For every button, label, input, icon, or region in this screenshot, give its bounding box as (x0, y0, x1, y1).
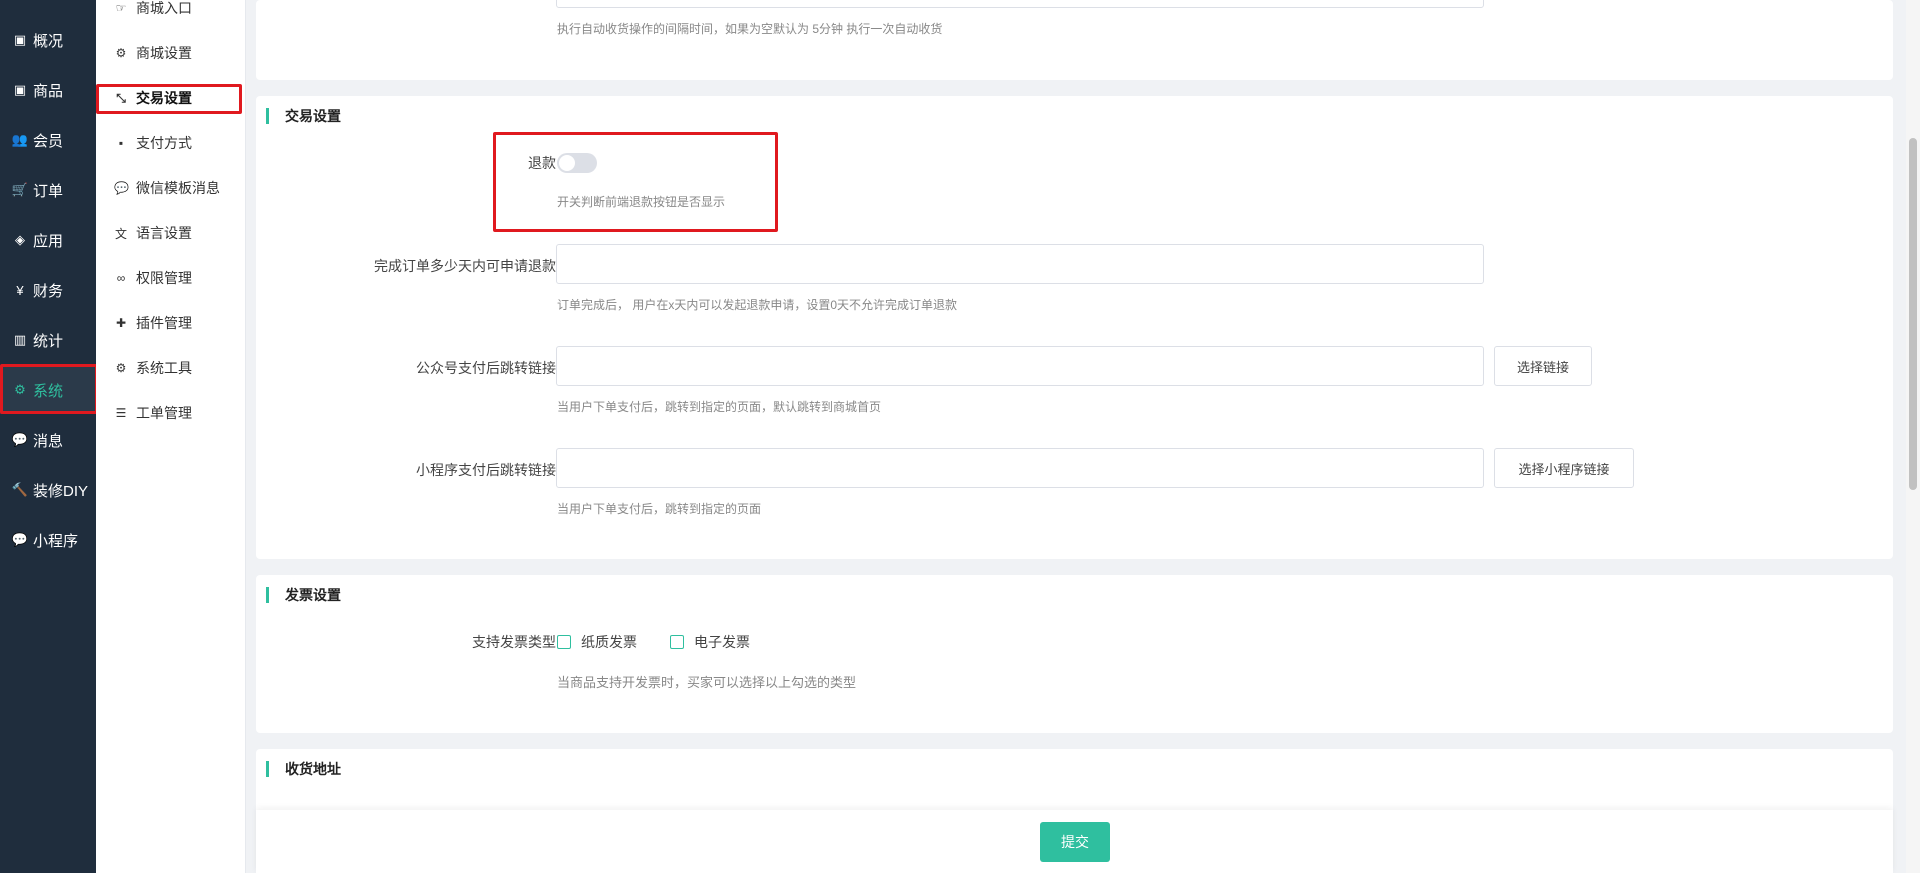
nav-highlight-box (0, 364, 98, 414)
sub-item-label: 系统工具 (136, 360, 192, 376)
sub-item-shop-entry[interactable]: ☞ 商城入口 (96, 0, 246, 25)
sub-item-label: 微信模板消息 (136, 180, 220, 196)
nav-item-finance[interactable]: ¥ 财务 (0, 266, 96, 314)
main-nav: ▣ 概况 ▣ 商品 👥 会员 🛒 订单 ◈ 应用 ¥ 财务 ▥ 统计 ⚙ 系统 … (0, 0, 96, 873)
checkbox-box (557, 635, 571, 649)
title-accent-bar (266, 108, 269, 124)
sub-item-label: 权限管理 (136, 270, 192, 286)
sub-item-label: 插件管理 (136, 315, 192, 331)
trade-settings-title: 交易设置 (266, 107, 341, 125)
cart-icon: 🛒 (11, 182, 29, 197)
main-content: 执行自动收货操作的间隔时间，如果为空默认为 5分钟 执行一次自动收货 交易设置 … (246, 0, 1908, 873)
sub-item-plugins[interactable]: ✚ 插件管理 (96, 306, 246, 340)
sub-item-label: 工单管理 (136, 405, 192, 421)
sub-item-label: 语言设置 (136, 225, 192, 241)
gear-icon: ⚙ (115, 361, 127, 375)
mp-link-tip: 当用户下单支付后，跳转到指定的页面，默认跳转到商城首页 (557, 400, 882, 414)
nav-item-overview[interactable]: ▣ 概况 (0, 16, 96, 64)
sub-item-system-tools[interactable]: ⚙ 系统工具 (96, 351, 246, 385)
facebook-square-icon: ▪ (118, 136, 124, 150)
wechat-icon: 💬 (114, 181, 129, 195)
nav-item-label: 消息 (33, 432, 64, 450)
nav-item-label: 概况 (33, 32, 64, 50)
bar-chart-icon: ▥ (13, 332, 27, 347)
nav-item-label: 商品 (33, 82, 64, 100)
gear-icon: ⚙ (115, 46, 127, 60)
auto-receive-interval-input[interactable] (556, 0, 1484, 8)
wechat-icon: 💬 (11, 532, 29, 547)
submenu-highlight-box (96, 84, 242, 114)
address-settings-title-text: 收货地址 (285, 761, 341, 777)
select-mini-link-button[interactable]: 选择小程序链接 (1494, 448, 1634, 488)
refund-days-tip: 订单完成后， 用户在x天内可以发起退款申请，设置0天不允许完成订单退款 (557, 298, 958, 312)
sub-item-permissions[interactable]: ∞ 权限管理 (96, 261, 246, 295)
auto-receive-card: 执行自动收货操作的间隔时间，如果为空默认为 5分钟 执行一次自动收货 (256, 0, 1893, 80)
nav-item-label: 小程序 (33, 532, 79, 550)
select-link-button[interactable]: 选择链接 (1494, 346, 1592, 386)
invoice-settings-title-text: 发票设置 (285, 587, 341, 603)
refund-days-input[interactable] (556, 244, 1484, 284)
checkbox-label: 电子发票 (694, 634, 750, 650)
address-settings-title: 收货地址 (266, 760, 341, 778)
list-icon: ☰ (115, 406, 127, 420)
electronic-invoice-checkbox[interactable]: 电子发票 (670, 632, 750, 652)
sub-item-label: 商城入口 (136, 0, 192, 16)
invoice-settings-card: 发票设置 支持发票类型 纸质发票 电子发票 当商品支持开发票时，买家可以选择以上… (256, 575, 1893, 733)
sub-item-wechat-template[interactable]: 💬 微信模板消息 (96, 171, 246, 205)
sub-menu: ☞ 商城入口 ⚙ 商城设置 ⤡ 交易设置 ▪ 支付方式 💬 微信模板消息 文 语… (96, 0, 246, 873)
sub-item-label: 商城设置 (136, 45, 192, 61)
nav-item-label: 会员 (33, 132, 64, 150)
users-icon: 👥 (11, 132, 29, 147)
invoice-tip: 当商品支持开发票时，买家可以选择以上勾选的类型 (557, 675, 857, 690)
sub-item-shop-settings[interactable]: ⚙ 商城设置 (96, 36, 246, 70)
yen-icon: ¥ (16, 282, 24, 298)
nav-item-members[interactable]: 👥 会员 (0, 116, 96, 164)
nav-item-apps[interactable]: ◈ 应用 (0, 216, 96, 264)
puzzle-icon: ✚ (115, 316, 127, 330)
auto-receive-tip: 执行自动收货操作的间隔时间，如果为空默认为 5分钟 执行一次自动收货 (557, 22, 943, 36)
mini-link-input[interactable] (556, 448, 1484, 488)
mini-link-label: 小程序支付后跳转链接 (416, 462, 556, 478)
sub-item-tickets[interactable]: ☰ 工单管理 (96, 396, 246, 430)
nav-item-goods[interactable]: ▣ 商品 (0, 66, 96, 114)
hammer-icon: 🔨 (11, 482, 29, 497)
mini-link-tip: 当用户下单支付后，跳转到指定的页面 (557, 502, 762, 516)
nav-item-label: 财务 (33, 282, 64, 300)
hand-point-icon: ☞ (115, 1, 127, 15)
submit-button[interactable]: 提交 (1040, 822, 1110, 862)
refund-highlight-box (493, 132, 778, 232)
language-icon: 文 (114, 226, 127, 241)
archive-icon: ▣ (13, 32, 27, 47)
comment-icon: 💬 (11, 432, 29, 447)
nav-item-label: 订单 (33, 182, 64, 200)
mp-link-label: 公众号支付后跳转链接 (416, 360, 556, 376)
page-scrollbar[interactable] (1906, 0, 1920, 873)
title-accent-bar (266, 587, 269, 603)
sub-item-payment[interactable]: ▪ 支付方式 (96, 126, 246, 160)
invoice-type-label: 支持发票类型 (472, 634, 556, 650)
nav-item-label: 装修DIY (33, 482, 89, 500)
nav-item-stats[interactable]: ▥ 统计 (0, 316, 96, 364)
scrollbar-thumb[interactable] (1909, 138, 1917, 490)
nav-item-orders[interactable]: 🛒 订单 (0, 166, 96, 214)
checkbox-box (670, 635, 684, 649)
nav-item-label: 应用 (33, 232, 64, 250)
archive-icon: ▣ (13, 82, 27, 97)
nav-item-miniprogram[interactable]: 💬 小程序 (0, 516, 96, 564)
title-accent-bar (266, 761, 269, 777)
nav-item-diy[interactable]: 🔨 装修DIY (0, 466, 96, 514)
nav-item-label: 统计 (33, 332, 64, 350)
refund-days-label: 完成订单多少天内可申请退款 (374, 258, 556, 274)
sub-item-language[interactable]: 文 语言设置 (96, 216, 246, 250)
cubes-icon: ◈ (15, 232, 25, 247)
paper-invoice-checkbox[interactable]: 纸质发票 (557, 632, 637, 652)
form-footer: 提交 (256, 810, 1893, 873)
mp-link-input[interactable] (556, 346, 1484, 386)
sub-item-label: 支付方式 (136, 135, 192, 151)
nav-item-messages[interactable]: 💬 消息 (0, 416, 96, 464)
trade-settings-title-text: 交易设置 (285, 108, 341, 124)
checkbox-label: 纸质发票 (581, 634, 637, 650)
invoice-settings-title: 发票设置 (266, 586, 341, 604)
glasses-icon: ∞ (116, 271, 126, 285)
